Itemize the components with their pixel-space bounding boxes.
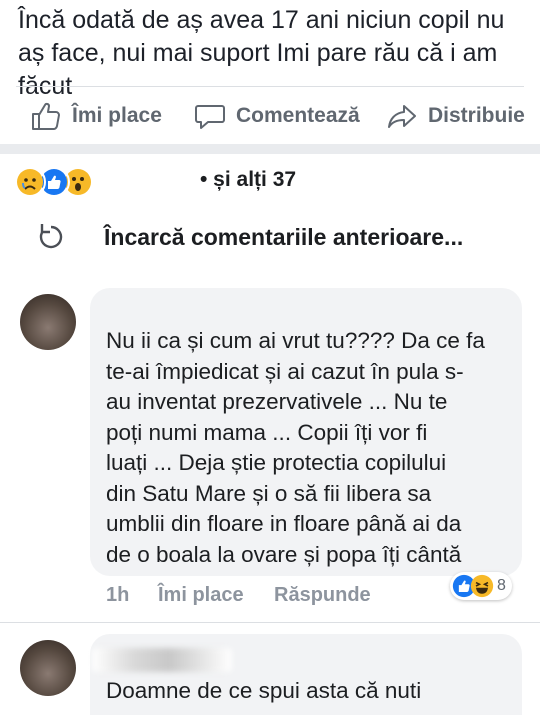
thumbs-up-icon [32,102,60,130]
comment-icon [195,105,225,129]
share-arrow-icon [388,105,416,128]
avatar[interactable] [20,640,76,696]
comment-reactions[interactable]: 8 [450,572,512,600]
refresh-icon [39,224,63,249]
comment-button[interactable]: Comentează [194,96,360,136]
share-button-label: Distribuie [428,104,525,127]
like-button[interactable]: Îmi place [30,96,162,136]
section-separator [0,144,540,154]
divider [0,622,540,623]
load-previous-comments[interactable]: Încarcă comentariile anterioare... [0,214,540,260]
comment-reaction-count: 8 [497,577,506,594]
comment-time: 1h [106,584,130,606]
reactions-count-text: • și alți 37 [200,168,297,191]
share-button[interactable]: Distribuie [386,96,525,136]
like-button-label: Îmi place [72,104,162,127]
redacted-author-name [92,648,232,672]
comment-like-link[interactable]: Îmi place [158,584,244,607]
avatar[interactable] [20,294,76,350]
sad-icon [14,166,46,198]
post-text: Încă odată de aș avea 17 ani niciun copi… [18,6,505,100]
facebook-post-view: Încă odată de aș avea 17 ani niciun copi… [0,0,540,715]
comment-reply-link[interactable]: Răspunde [274,584,371,607]
comment-button-label: Comentează [236,104,360,127]
comment-text: Nu ii ca și cum ai vrut tu???? Da ce fa … [106,328,485,567]
post-actions-bar: Îmi place Comentează Distribuie [0,96,540,136]
haha-icon [470,574,494,598]
divider [16,86,524,87]
reactions-summary[interactable]: • și alți 37 [0,160,540,202]
load-previous-label: Încarcă comentariile anterioare... [104,224,464,250]
comment-text: Doamne de ce spui asta că nuti [106,678,422,703]
